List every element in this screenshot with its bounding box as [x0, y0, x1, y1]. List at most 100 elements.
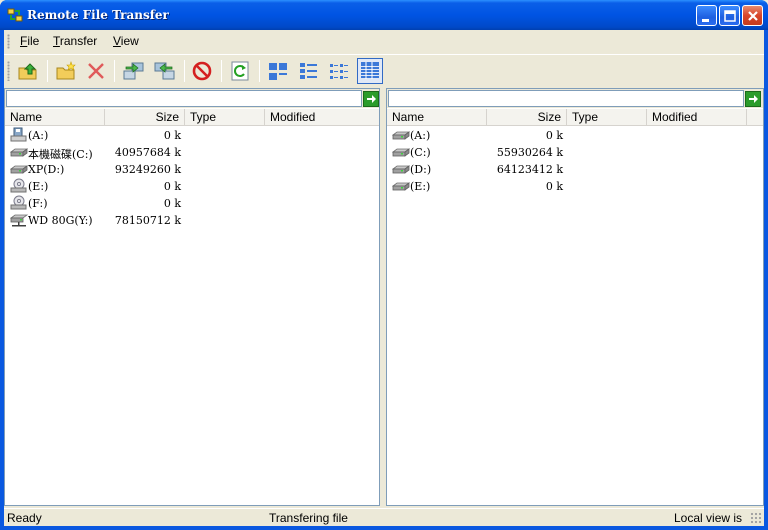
client-area: File Transfer View Name Size Type Modifi… [4, 30, 764, 526]
item-size: 40957684 k [114, 146, 181, 159]
small-icons-view-button[interactable] [296, 58, 322, 84]
list-item[interactable]: (E:) 0 k [387, 178, 763, 195]
local-go-button[interactable] [363, 91, 379, 107]
close-button[interactable] [742, 5, 763, 26]
details-view-button[interactable] [357, 58, 383, 84]
column-size[interactable]: Size [487, 109, 567, 125]
large-icons-view-icon [269, 63, 287, 80]
window-title: Remote File Transfer [27, 8, 169, 22]
list-item[interactable]: (A:) 0 k [387, 127, 763, 144]
item-size: 0 k [163, 197, 181, 210]
column-type[interactable]: Type [567, 109, 647, 125]
network-drive-icon [9, 212, 29, 228]
item-name: 本機磁碟(C:) [28, 148, 93, 161]
maximize-icon [724, 10, 736, 22]
app-window: Remote File Transfer File Transfer View [0, 0, 768, 530]
list-view-icon [330, 64, 348, 79]
item-name: (A:) [28, 129, 49, 142]
hard-drive-icon [391, 178, 411, 194]
status-transfer: Transfering file [269, 511, 348, 525]
item-size: 55930264 k [496, 146, 563, 159]
remote-go-button[interactable] [745, 91, 761, 107]
local-path-input[interactable] [6, 90, 362, 107]
go-arrow-icon [749, 95, 758, 103]
item-name: (C:) [410, 146, 431, 159]
cd-drive-icon [10, 178, 28, 194]
item-name: XP(D:) [28, 163, 65, 176]
item-size: 0 k [545, 129, 563, 142]
list-item[interactable]: (E:) 0 k [5, 178, 379, 195]
refresh-icon [231, 61, 249, 81]
list-item[interactable]: XP(D:) 93249260 k [5, 161, 379, 178]
list-item[interactable]: WD 80G(Y:) 78150712 k [5, 212, 379, 229]
minimize-icon [702, 19, 709, 22]
item-name: (E:) [28, 180, 49, 193]
column-size[interactable]: Size [105, 109, 185, 125]
local-address-bar [5, 89, 379, 108]
title-bar[interactable]: Remote File Transfer [0, 0, 768, 30]
status-ready: Ready [7, 511, 42, 525]
menu-file[interactable]: File [19, 34, 40, 48]
maximize-button[interactable] [719, 5, 740, 26]
toolbar-separator [221, 60, 222, 82]
list-view-button[interactable] [326, 58, 352, 84]
toolbar-separator [184, 60, 185, 82]
status-bar: Ready Transfering file Local view is [4, 508, 764, 526]
item-name: (D:) [410, 163, 432, 176]
up-folder-button[interactable] [15, 58, 41, 84]
cd-drive-icon [10, 195, 28, 211]
menu-grip[interactable] [7, 34, 10, 49]
column-name[interactable]: Name [387, 109, 487, 125]
floppy-drive-icon [10, 127, 28, 143]
app-icon [7, 8, 23, 22]
go-arrow-icon [367, 95, 376, 103]
refresh-button[interactable] [227, 58, 253, 84]
remote-pane: Name Size Type Modified (A:) 0 k (C:) 55930… [386, 88, 764, 506]
hard-drive-icon [391, 127, 411, 143]
column-type[interactable]: Type [185, 109, 265, 125]
hard-drive-icon [391, 161, 411, 177]
toolbar-separator [47, 60, 48, 82]
column-name[interactable]: Name [5, 109, 105, 125]
status-view: Local view is [674, 511, 743, 525]
remote-path-input[interactable] [388, 90, 744, 107]
item-size: 0 k [545, 180, 563, 193]
hard-drive-icon [9, 144, 29, 160]
item-size: 0 k [163, 180, 181, 193]
up-folder-icon [18, 63, 37, 80]
local-pane: Name Size Type Modified (A:) 0 k 本機磁碟(C:) 4… [4, 88, 381, 506]
download-icon [154, 62, 175, 80]
large-icons-view-button[interactable] [265, 58, 291, 84]
hard-drive-icon [9, 161, 29, 177]
minimize-button[interactable] [696, 5, 717, 26]
new-folder-icon [56, 61, 76, 80]
menu-view[interactable]: View [112, 34, 140, 48]
details-view-icon [361, 62, 379, 79]
new-folder-button[interactable] [53, 58, 79, 84]
item-size: 78150712 k [114, 214, 181, 227]
local-column-header: Name Size Type Modified [5, 109, 381, 126]
item-name: WD 80G(Y:) [28, 214, 93, 227]
list-item[interactable]: 本機磁碟(C:) 40957684 k [5, 144, 379, 161]
list-item[interactable]: (A:) 0 k [5, 127, 379, 144]
resize-grip[interactable] [750, 512, 762, 524]
list-item[interactable]: (D:) 64123412 k [387, 161, 763, 178]
delete-button[interactable] [83, 58, 109, 84]
upload-button[interactable] [120, 58, 146, 84]
toolbar-grip[interactable] [7, 61, 10, 81]
item-size: 93249260 k [114, 163, 181, 176]
list-item[interactable]: (C:) 55930264 k [387, 144, 763, 161]
stop-button[interactable] [189, 58, 215, 84]
list-item[interactable]: (F:) 0 k [5, 195, 379, 212]
column-modified[interactable]: Modified [265, 109, 381, 125]
menu-transfer[interactable]: Transfer [52, 34, 98, 48]
remote-column-header: Name Size Type Modified [387, 109, 763, 126]
column-modified[interactable]: Modified [647, 109, 747, 125]
toolbar-separator [114, 60, 115, 82]
item-name: (F:) [28, 197, 48, 210]
item-name: (A:) [410, 129, 431, 142]
toolbar [4, 54, 764, 88]
item-name: (E:) [410, 180, 431, 193]
download-button[interactable] [152, 58, 178, 84]
remote-address-bar [387, 89, 763, 108]
